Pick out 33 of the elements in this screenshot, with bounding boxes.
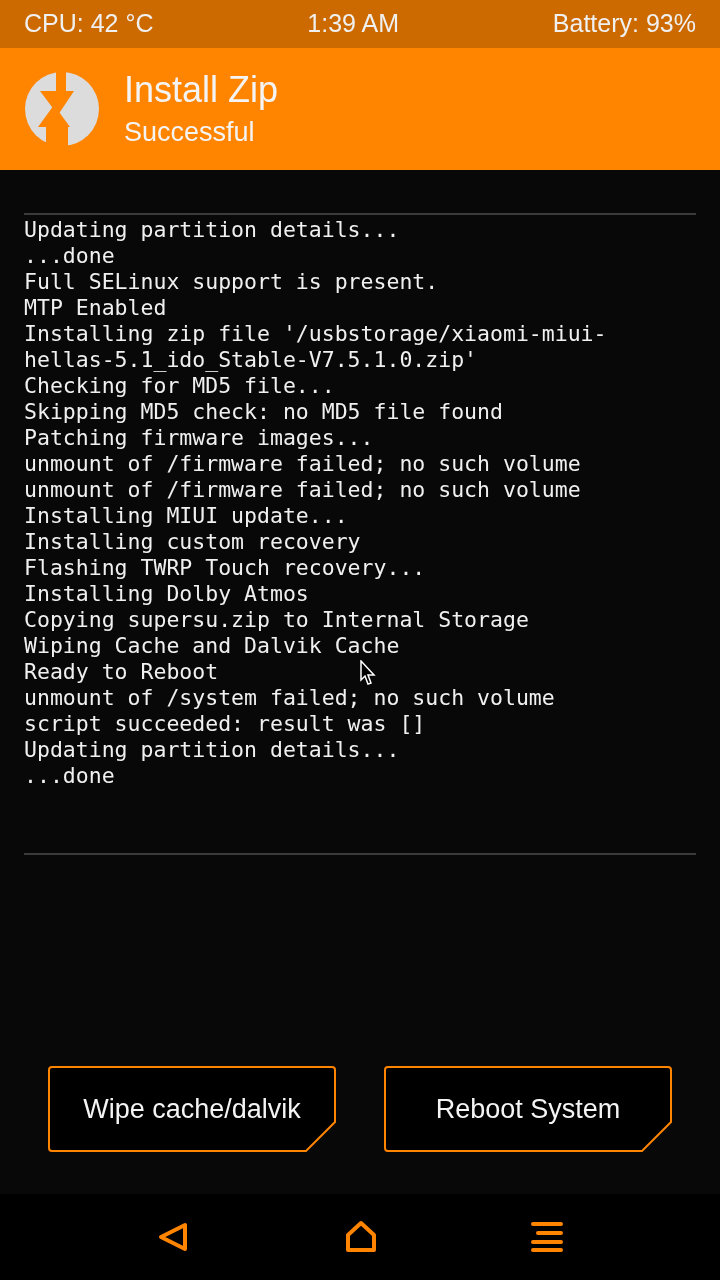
log-line: Installing zip file '/usbstorage/xiaomi-miui- [24,321,607,347]
log-line: Installing Dolby Atmos [24,581,309,607]
log-line: unmount of /system failed; no such volume [24,685,555,711]
log-line: Skipping MD5 check: no MD5 file found [24,399,503,425]
cpu-temperature: CPU: 42 °C [24,8,154,40]
log-line: Installing custom recovery [24,529,361,555]
log-line: Copying supersu.zip to Internal Storage [24,607,529,633]
action-button[interactable]: Wipe cache/dalvik [48,1066,336,1152]
log-line: Ready to Reboot [24,659,219,685]
log-line: ...done [24,243,115,269]
log-line: ...done [24,763,115,789]
log-line: Installing MIUI update... [24,503,348,529]
action-button[interactable]: Reboot System [384,1066,672,1152]
status-subtitle: Successful [124,116,256,148]
log-line: script succeeded: result was [] [24,711,426,737]
log-line: Updating partition details... [24,737,400,763]
menu-icon[interactable] [531,1221,563,1253]
log-line: Full SELinux support is present. [24,269,439,295]
log-line: Updating partition details... [24,217,400,243]
log-line: hellas-5.1_ido_Stable-V7.5.1.0.zip' [24,347,478,373]
log-line: Checking for MD5 file... [24,373,335,399]
logo-icon [24,71,100,147]
clock: 1:39 AM [307,8,400,40]
log-line: Wiping Cache and Dalvik Cache [24,633,400,659]
log-line: MTP Enabled [24,295,167,321]
log-line: Flashing TWRP Touch recovery... [24,555,426,581]
home-icon[interactable] [345,1220,377,1254]
mouse-pointer-icon [360,660,376,686]
page-title: Install Zip [124,70,279,110]
log-line: unmount of /firmware failed; no such volume [24,451,581,477]
battery-level: Battery: 93% [552,8,696,40]
log-line: unmount of /firmware failed; no such volume [24,477,581,503]
log-line: Patching firmware images... [24,425,374,451]
